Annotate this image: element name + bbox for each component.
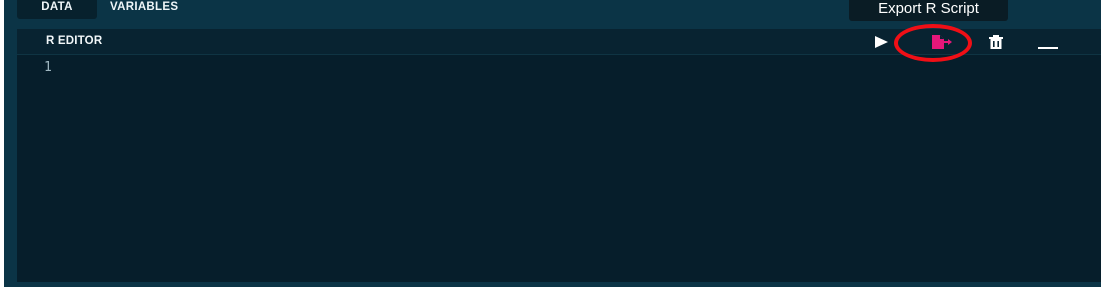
editor-title: R EDITOR [46, 35, 103, 47]
play-icon [875, 35, 888, 48]
export-r-script-button[interactable] [929, 29, 955, 54]
tab-data[interactable]: DATA [17, 0, 97, 19]
editor-header: R EDITOR [17, 29, 1101, 55]
minimize-icon [1038, 46, 1058, 49]
run-button[interactable] [868, 29, 894, 54]
export-file-icon [932, 34, 952, 49]
minimize-button[interactable] [1035, 29, 1061, 54]
r-editor-panel: DATA VARIABLES R EDITOR 1 [4, 0, 1101, 287]
export-r-script-tooltip: Export R Script [849, 0, 1008, 21]
bottom-border [0, 287, 1101, 291]
tab-variables[interactable]: VARIABLES [110, 0, 210, 19]
delete-button[interactable] [983, 29, 1009, 54]
line-number: 1 [44, 60, 52, 75]
trash-icon [989, 34, 1003, 49]
code-editor[interactable]: 1 [17, 55, 1101, 282]
